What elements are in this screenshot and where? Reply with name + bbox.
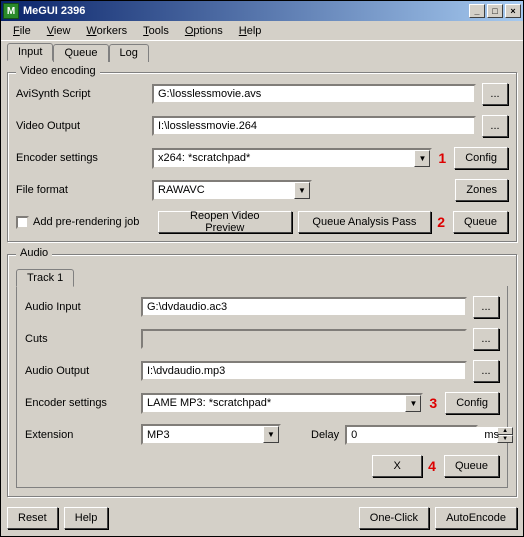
audio-output-browse-button[interactable]: ... (473, 360, 499, 382)
spinner-down-icon[interactable]: ▼ (497, 435, 513, 443)
video-encoder-combo[interactable]: x264: *scratchpad* ▼ (152, 148, 432, 169)
video-config-button[interactable]: Config (454, 147, 508, 169)
video-encoder-label: Encoder settings (16, 152, 146, 164)
avisynth-label: AviSynth Script (16, 88, 146, 100)
add-prerender-label: Add pre-rendering job (33, 216, 139, 228)
tab-track-1[interactable]: Track 1 (16, 269, 74, 287)
audio-track-tabs: Track 1 (16, 269, 508, 287)
extension-combo[interactable]: MP3 ▼ (141, 424, 281, 445)
audio-input-field[interactable] (141, 297, 467, 317)
menu-view[interactable]: View (39, 23, 79, 39)
audio-input-browse-button[interactable]: ... (473, 296, 499, 318)
dropdown-icon[interactable]: ▼ (414, 150, 430, 167)
bottom-bar: Reset Help One-Click AutoEncode (7, 501, 517, 529)
one-click-button[interactable]: One-Click (359, 507, 429, 529)
audio-group: Audio Track 1 Audio Input ... Cuts ... A… (7, 254, 517, 497)
reset-button[interactable]: Reset (7, 507, 58, 529)
menu-help[interactable]: Help (231, 23, 270, 39)
window-title: MeGUI 2396 (23, 5, 469, 17)
video-encoder-value: x264: *scratchpad* (158, 152, 414, 164)
audio-legend: Audio (16, 247, 52, 259)
main-tabs: Input Queue Log (7, 43, 517, 61)
file-format-value: RAWAVC (158, 184, 294, 196)
cuts-label: Cuts (25, 333, 135, 345)
audio-output-label: Audio Output (25, 365, 135, 377)
video-output-label: Video Output (16, 120, 146, 132)
dropdown-icon[interactable]: ▼ (405, 395, 421, 412)
audio-output-field[interactable] (141, 361, 467, 381)
delay-input[interactable] (347, 427, 497, 443)
menu-tools[interactable]: Tools (135, 23, 177, 39)
audio-input-label: Audio Input (25, 301, 135, 313)
video-encoding-legend: Video encoding (16, 65, 100, 77)
minimize-button[interactable]: _ (469, 4, 485, 18)
mark-1: 1 (438, 150, 446, 166)
cuts-browse-button[interactable]: ... (473, 328, 499, 350)
video-encoding-group: Video encoding AviSynth Script ... Video… (7, 72, 517, 242)
zones-button[interactable]: Zones (455, 179, 508, 201)
client-area: Input Queue Log Video encoding AviSynth … (1, 41, 523, 536)
video-queue-button[interactable]: Queue (453, 211, 508, 233)
mark-4: 4 (428, 458, 436, 474)
file-format-label: File format (16, 184, 146, 196)
menubar: File View Workers Tools Options Help (1, 21, 523, 41)
app-icon: M (3, 3, 19, 19)
queue-analysis-pass-button[interactable]: Queue Analysis Pass (298, 211, 432, 233)
tab-input[interactable]: Input (7, 43, 53, 61)
delay-label: Delay (311, 429, 339, 441)
menu-options[interactable]: Options (177, 23, 231, 39)
dropdown-icon[interactable]: ▼ (263, 426, 279, 443)
spinner-up-icon[interactable]: ▲ (497, 427, 513, 435)
delay-spinner[interactable]: ▲ ▼ (345, 425, 478, 445)
delay-unit: ms (484, 429, 499, 441)
audio-encoder-combo[interactable]: LAME MP3: *scratchpad* ▼ (141, 393, 423, 414)
audio-encoder-label: Encoder settings (25, 397, 135, 409)
auto-encode-button[interactable]: AutoEncode (435, 507, 517, 529)
help-button[interactable]: Help (64, 507, 109, 529)
app-window: M MeGUI 2396 _ □ × File View Workers Too… (0, 0, 524, 537)
audio-x-button[interactable]: X (372, 455, 422, 477)
menu-file[interactable]: File (5, 23, 39, 39)
audio-config-button[interactable]: Config (445, 392, 499, 414)
extension-value: MP3 (147, 429, 263, 441)
mark-3: 3 (429, 395, 437, 411)
titlebar: M MeGUI 2396 _ □ × (1, 1, 523, 21)
close-button[interactable]: × (505, 4, 521, 18)
file-format-combo[interactable]: RAWAVC ▼ (152, 180, 312, 201)
tab-log[interactable]: Log (109, 44, 149, 62)
avisynth-browse-button[interactable]: ... (482, 83, 508, 105)
mark-2: 2 (437, 214, 445, 230)
audio-queue-button[interactable]: Queue (444, 455, 499, 477)
reopen-video-preview-button[interactable]: Reopen Video Preview (158, 211, 292, 233)
extension-label: Extension (25, 429, 135, 441)
audio-encoder-value: LAME MP3: *scratchpad* (147, 397, 405, 409)
maximize-button[interactable]: □ (487, 4, 503, 18)
cuts-field[interactable] (141, 329, 467, 349)
video-output-input[interactable] (152, 116, 476, 136)
tab-queue[interactable]: Queue (53, 44, 108, 62)
add-prerender-checkbox[interactable] (16, 216, 29, 229)
menu-workers[interactable]: Workers (78, 23, 135, 39)
avisynth-input[interactable] (152, 84, 476, 104)
dropdown-icon[interactable]: ▼ (294, 182, 310, 199)
video-output-browse-button[interactable]: ... (482, 115, 508, 137)
